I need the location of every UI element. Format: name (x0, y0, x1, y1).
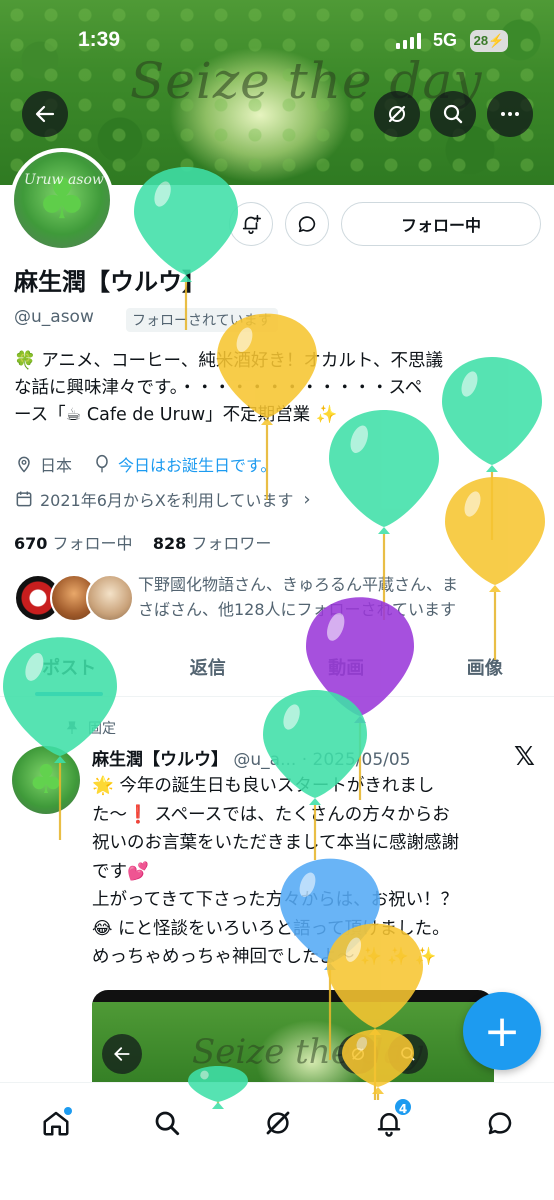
tab-posts[interactable]: ポスト (0, 645, 139, 696)
known-followers-line: さばさん、他128人にフォローされています (138, 600, 457, 619)
bio-line: 🍀 アニメ、コーヒー、純米酒好き！オカルト、不思議 (14, 351, 443, 371)
post-author-avatar[interactable]: ♣ (12, 746, 80, 814)
post-line: た〜❗ スペースでは、たくさんの方々からお (92, 804, 450, 825)
balloon-knot (486, 465, 498, 472)
message-button[interactable] (285, 202, 329, 246)
back-button[interactable] (22, 91, 68, 137)
post-meta: @u_a... · 2025/05/05 (233, 750, 411, 770)
profile-tabs: ポスト 返信 動画 画像 (0, 645, 554, 697)
following-link[interactable]: 670 フォロー中 (14, 534, 133, 553)
known-followers-text[interactable]: 下野國化物語さん、きゅろるん平蔵さん、ま さばさん、他128人にフォローされてい… (138, 572, 538, 622)
balloon-icon (96, 454, 108, 473)
balloon-body (445, 477, 545, 585)
location-pin-icon (18, 456, 30, 473)
location-text: 日本 (40, 456, 73, 475)
media-banner-image: Seize the day (92, 1002, 494, 1090)
post-line: 上がってきて下さった方々からは、お祝い！？ (92, 890, 459, 910)
message-icon (488, 1112, 512, 1135)
post-line: 🌟 今年の誕生日も良いスタートがきれまし (92, 776, 435, 796)
post-line: です💕 (92, 861, 149, 882)
compose-post-button[interactable]: + (463, 992, 541, 1070)
media-grok-icon (338, 1034, 378, 1074)
x-logo-icon[interactable]: 𝕏 (514, 742, 535, 772)
display-name: 麻生潤【ウルウ】 (14, 268, 206, 296)
tab-images[interactable]: 画像 (416, 645, 554, 696)
post-line: 😂 にと怪談をいろいろと語って頂けました。 (92, 918, 450, 939)
nav-grok[interactable] (258, 1103, 298, 1143)
user-handle: @u_asow (14, 307, 94, 327)
media-search-icon (388, 1034, 428, 1074)
bio-line: ース「☕ Cafe de Uruw」不定期営業 ✨ (14, 405, 338, 425)
media-back-icon (102, 1034, 142, 1074)
calendar-icon (16, 491, 32, 507)
balloon-highlight (464, 491, 481, 517)
bell-plus-icon (242, 214, 261, 234)
followers-count: 828 (152, 534, 187, 553)
post-line: 祝いのお言葉をいただきまして本当に感謝感謝 (92, 833, 459, 853)
balloon-knot (354, 716, 366, 723)
balloon-knot (378, 527, 390, 534)
joined-text: 2021年6月からXを利用しています (40, 491, 294, 510)
follows-you-badge: フォローされています (126, 308, 278, 332)
clover-icon: ♣ (28, 757, 64, 803)
pin-icon (66, 721, 78, 734)
following-count: 670 (14, 534, 48, 553)
notifications-badge: 4 (393, 1097, 413, 1117)
tab-replies[interactable]: 返信 (139, 645, 278, 696)
bottom-navigation: 4 (0, 1082, 554, 1200)
birthday-link[interactable]: 今日はお誕生日です。 (118, 452, 276, 476)
notify-button[interactable] (229, 202, 273, 246)
signal-icon (396, 33, 421, 49)
follow-stats: 670 フォロー中 828 フォロワー (14, 530, 271, 554)
known-followers-line: 下野國化物語さん、きゅろるん平蔵さん、ま (138, 575, 459, 594)
nav-search[interactable] (147, 1103, 187, 1143)
avatar (86, 574, 134, 622)
pinned-label: 固定 (88, 721, 116, 737)
following-label: フォロー中 (52, 534, 133, 553)
grok-icon (266, 1111, 290, 1135)
followers-label: フォロワー (191, 534, 272, 553)
status-time: 1:39 (78, 28, 121, 51)
post-text: 🌟 今年の誕生日も良いスタートがきれまし た〜❗ スペースでは、たくさんの方々か… (92, 772, 542, 972)
profile-avatar[interactable]: ♣ Uruw asow (10, 148, 114, 252)
home-dot (64, 1107, 72, 1115)
grok-icon (388, 105, 406, 123)
followers-link[interactable]: 828 フォロワー (153, 534, 272, 553)
avatar-logo-text: Uruw asow (24, 172, 104, 188)
message-icon (298, 216, 316, 233)
search-icon (443, 104, 463, 124)
location-birthday-row: 日本 今日はお誕生日です。 (14, 452, 276, 476)
search-button[interactable] (430, 91, 476, 137)
tab-videos[interactable]: 動画 (277, 645, 416, 696)
nav-notifications[interactable]: 4 (369, 1097, 413, 1143)
search-icon (155, 1111, 180, 1136)
balloon-highlight (283, 704, 300, 730)
battery-level: 28 (473, 33, 489, 48)
grok-button[interactable] (374, 91, 420, 137)
post-header: 麻生潤【ウルウ】 @u_a... · 2025/05/05 (92, 745, 411, 770)
post-author-name[interactable]: 麻生潤【ウルウ】 (92, 750, 228, 770)
following-button[interactable]: フォロー中 (341, 202, 541, 246)
balloon (134, 167, 238, 330)
post-line: めっちゃめっちゃ神回でしたよ〜 ✨ ✨ ✨ (92, 947, 437, 967)
battery-icon: 28⚡ (470, 30, 508, 52)
bio-line: な話に興味津々です。・・・・・・・・・・・・スペ (14, 378, 423, 398)
chevron-right-icon: › (303, 488, 311, 510)
back-arrow-icon (35, 105, 55, 123)
more-button[interactable] (487, 91, 533, 137)
joined-row[interactable]: 2021年6月からXを利用しています › (14, 487, 311, 511)
network-label: 5G (433, 30, 458, 50)
status-bar: 1:39 5G 28⚡ (0, 0, 554, 80)
pinned-label-row: 固定 (64, 718, 116, 738)
profile-bio: 🍀 アニメ、コーヒー、純米酒好き！オカルト、不思議 な話に興味津々です。・・・・… (14, 348, 544, 429)
nav-home[interactable] (36, 1103, 76, 1143)
more-icon (501, 112, 519, 116)
post-media-image[interactable]: Seize the day (92, 990, 494, 1090)
balloon (445, 477, 545, 660)
nav-messages[interactable] (480, 1103, 520, 1143)
